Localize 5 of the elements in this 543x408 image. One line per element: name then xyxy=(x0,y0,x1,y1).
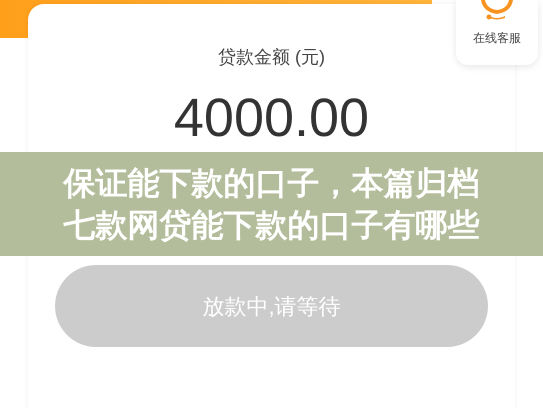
amount-value: 4000.00 xyxy=(174,91,370,145)
banner-title-line: 保证能下款的口子，本篇归档 xyxy=(64,164,480,203)
amount-label: 贷款金额 (元) xyxy=(218,46,325,69)
service-label[interactable]: 在线客服 xyxy=(473,29,521,47)
banner-title-line: 七款网贷能下款的口子有哪些 xyxy=(64,206,480,245)
